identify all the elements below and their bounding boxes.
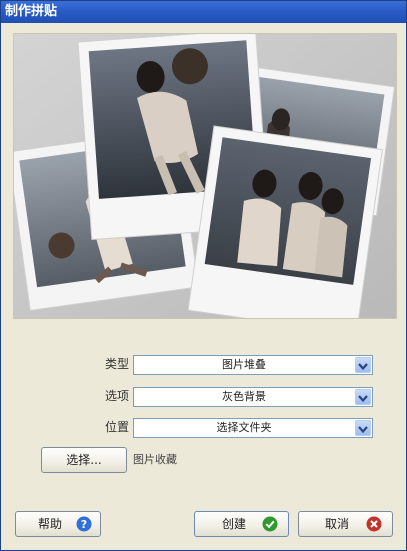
chevron-down-icon[interactable] [355,420,371,436]
checkmark-icon [262,516,278,536]
collage-preview-image [14,34,396,318]
question-icon: ? [76,516,92,536]
window-title: 制作拼贴 [5,4,58,19]
collage-preview [13,33,397,319]
x-icon [366,516,382,536]
cancel-button-label: 取消 [325,517,350,531]
cancel-button[interactable]: 取消 [298,511,393,537]
create-button[interactable]: 创建 [194,511,289,537]
type-label: 类型 [105,357,130,371]
options-select[interactable]: 灰色背景 [133,387,373,407]
help-button[interactable]: 帮助 ? [15,511,101,537]
create-button-label: 创建 [222,517,247,531]
select-folder-button-label: 选择... [66,453,102,467]
title-bar: 制作拼贴 [1,1,406,23]
help-button-label: 帮助 [38,517,63,531]
options-label: 选项 [105,389,130,403]
type-select[interactable]: 图片堆叠 [133,355,373,375]
location-select-value: 选择文件夹 [216,421,272,434]
options-select-value: 灰色背景 [222,390,266,403]
type-select-value: 图片堆叠 [222,358,266,371]
chevron-down-icon[interactable] [355,389,371,405]
location-label: 位置 [105,420,130,434]
svg-text:?: ? [81,518,87,531]
location-select[interactable]: 选择文件夹 [133,418,373,438]
select-folder-button[interactable]: 选择... [41,447,127,473]
chevron-down-icon[interactable] [355,357,371,373]
collection-text: 图片收藏 [133,453,177,466]
collage-dialog: 制作拼贴 类型 图片堆叠 选项 灰色背景 位置 选择文件夹 选择... 图片收藏… [0,0,407,551]
